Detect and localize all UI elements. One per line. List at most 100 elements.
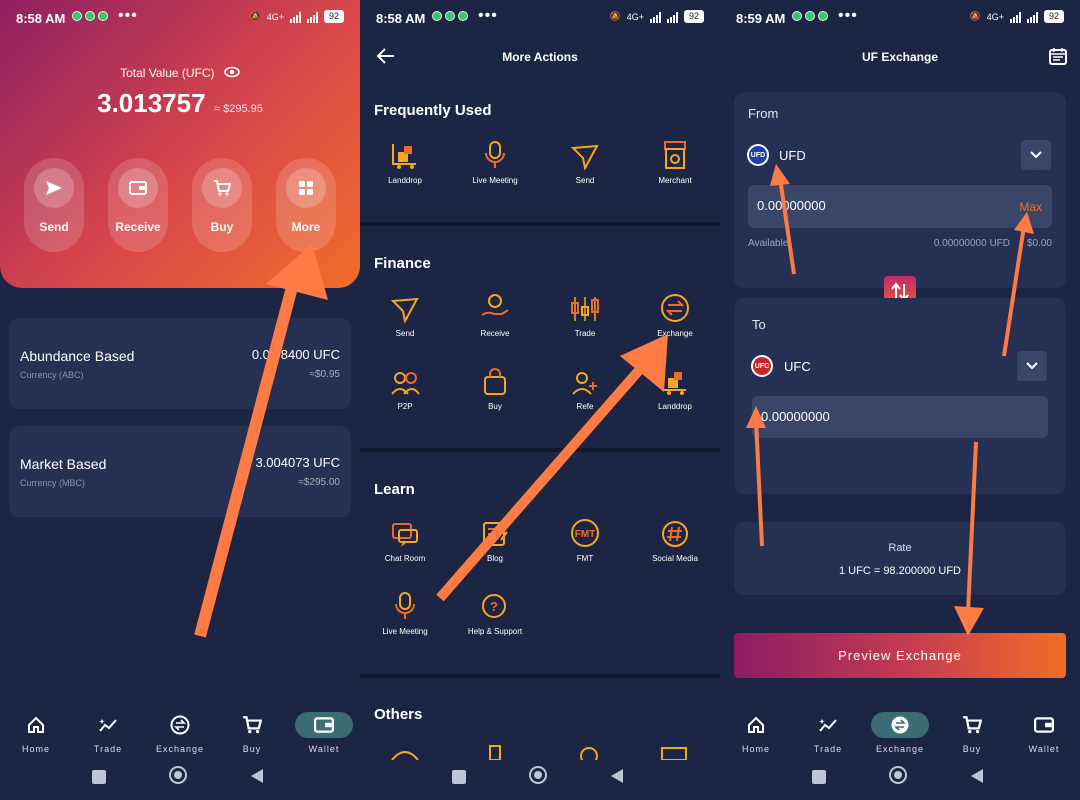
- status-icons: 🔕 4G+ 92: [249, 10, 344, 23]
- action-landdrop[interactable]: Landdrop: [630, 364, 720, 411]
- nav-exchange[interactable]: Exchange: [149, 712, 211, 754]
- mute-icon: 🔕: [249, 11, 261, 21]
- action-merchant[interactable]: Merchant: [630, 138, 720, 185]
- section-divider: [360, 448, 720, 452]
- wallet-icon: [118, 168, 158, 208]
- from-amount-field[interactable]: 0.00000000 Max: [748, 185, 1052, 228]
- store-icon: [630, 138, 720, 170]
- nav-wallet[interactable]: Wallet: [293, 712, 355, 754]
- notification-icons: [432, 11, 468, 21]
- calendar-icon[interactable]: [1048, 46, 1068, 71]
- recents-button[interactable]: [812, 770, 826, 784]
- blog-icon: [450, 516, 540, 548]
- rate-label: Rate: [888, 542, 912, 554]
- action-p2p[interactable]: P2P: [360, 364, 450, 411]
- exchange-icon: [871, 712, 929, 738]
- more-actions-screen: 8:58 AM ••• 🔕 4G+ 92 More Actions Freque…: [360, 0, 720, 800]
- action-label: Merchant: [658, 176, 692, 185]
- action-live-meeting[interactable]: Live Meeting: [450, 138, 540, 185]
- fmt-icon: FMT: [540, 516, 630, 548]
- home-system-button[interactable]: [529, 766, 547, 784]
- battery-icon: 92: [1043, 10, 1064, 23]
- action-label: Landdrop: [658, 402, 692, 411]
- system-nav: [0, 756, 360, 800]
- action-blog[interactable]: Blog: [450, 516, 540, 563]
- receive-button[interactable]: Receive: [108, 158, 168, 252]
- to-amount-field[interactable]: 0.00000000: [752, 396, 1048, 438]
- action-landdrop[interactable]: Landdrop: [360, 138, 450, 185]
- network-label: 4G+: [266, 11, 284, 22]
- back-system-button[interactable]: [970, 768, 984, 789]
- nav-label: Exchange: [155, 744, 205, 754]
- action-label: Live Meeting: [382, 627, 428, 636]
- coin-badge: UFC: [753, 357, 771, 375]
- recents-button[interactable]: [452, 770, 466, 784]
- from-label: From: [748, 106, 779, 121]
- from-coin-dropdown[interactable]: [1021, 140, 1051, 170]
- notification-icons: [792, 11, 828, 21]
- back-system-button[interactable]: [250, 768, 264, 789]
- action-label: Blog: [486, 554, 503, 563]
- action-live-meeting[interactable]: Live Meeting: [360, 589, 450, 636]
- nav-home[interactable]: Home: [5, 712, 67, 754]
- home-icon: [5, 712, 67, 738]
- nav-buy[interactable]: Buy: [221, 712, 283, 754]
- system-nav: [360, 756, 720, 800]
- home-system-button[interactable]: [889, 766, 907, 784]
- action-chat-room[interactable]: Chat Room: [360, 516, 450, 563]
- action-social-media[interactable]: Social Media: [630, 516, 720, 563]
- nav-label: Home: [741, 744, 770, 754]
- send-button[interactable]: Send: [24, 158, 84, 252]
- nav-exchange[interactable]: Exchange: [869, 712, 931, 754]
- to-coin-dropdown[interactable]: [1017, 351, 1047, 381]
- action-receive[interactable]: Receive: [450, 291, 540, 338]
- buy-button[interactable]: Buy: [192, 158, 252, 252]
- action-help-support[interactable]: ? Help & Support: [450, 589, 540, 636]
- exchange-icon: [630, 291, 720, 323]
- nav-trade[interactable]: Trade: [797, 712, 859, 754]
- home-system-button[interactable]: [169, 766, 187, 784]
- nav-home[interactable]: Home: [725, 712, 787, 754]
- status-bar: 8:59 AM ••• 🔕 4G+ 92: [720, 0, 1080, 34]
- recents-button[interactable]: [92, 770, 106, 784]
- nav-label: Home: [21, 744, 50, 754]
- trade-icon: [797, 712, 859, 738]
- more-notifications-icon: •••: [118, 7, 138, 24]
- action-label: Receive: [480, 329, 510, 338]
- eye-icon[interactable]: [224, 66, 240, 81]
- action-fmt[interactable]: FMT FMT: [540, 516, 630, 563]
- status-time: 8:58 AM: [376, 11, 426, 26]
- action-exchange[interactable]: Exchange: [630, 291, 720, 338]
- more-button[interactable]: More: [276, 158, 336, 252]
- action-trade[interactable]: Trade: [540, 291, 630, 338]
- max-button[interactable]: Max: [1019, 200, 1042, 214]
- section-divider: [360, 674, 720, 678]
- currency-usd: ≈$0.95: [309, 369, 340, 380]
- chevron-down-icon: [1026, 362, 1038, 370]
- preview-exchange-button[interactable]: Preview Exchange: [734, 633, 1066, 678]
- action-send[interactable]: Send: [540, 138, 630, 185]
- action-referral[interactable]: Refe: [540, 364, 630, 411]
- action-send[interactable]: Send: [360, 291, 450, 338]
- currency-amount: 0.00 8400 UFC: [251, 347, 340, 362]
- bottom-nav: Home Trade Exchange Buy Wallet: [0, 702, 360, 754]
- from-amount-value: 0.00000000: [757, 198, 826, 213]
- hashtag-icon: [630, 516, 720, 548]
- nav-buy[interactable]: Buy: [941, 712, 1003, 754]
- nav-wallet[interactable]: Wallet: [1013, 712, 1075, 754]
- currency-sub: Currency (ABC): [20, 370, 84, 380]
- action-label: Help & Support: [467, 627, 523, 636]
- abc-currency-card[interactable]: Abundance Based Currency (ABC) 0.00 8400…: [9, 318, 351, 409]
- ufc-coin-icon: UFC: [751, 355, 773, 377]
- action-label: Live Meeting: [472, 176, 518, 185]
- action-buy[interactable]: Buy: [450, 364, 540, 411]
- action-label: FMT: [576, 554, 594, 563]
- section-learn: Learn: [374, 481, 415, 498]
- action-label: Chat Room: [384, 554, 426, 563]
- currency-name: Market Based: [20, 456, 107, 472]
- send-icon: [360, 291, 450, 323]
- mbc-currency-card[interactable]: Market Based Currency (MBC) 3.004073 UFC…: [9, 426, 351, 517]
- total-value-label-text: Total Value (UFC): [120, 66, 215, 80]
- nav-trade[interactable]: Trade: [77, 712, 139, 754]
- back-system-button[interactable]: [610, 768, 624, 789]
